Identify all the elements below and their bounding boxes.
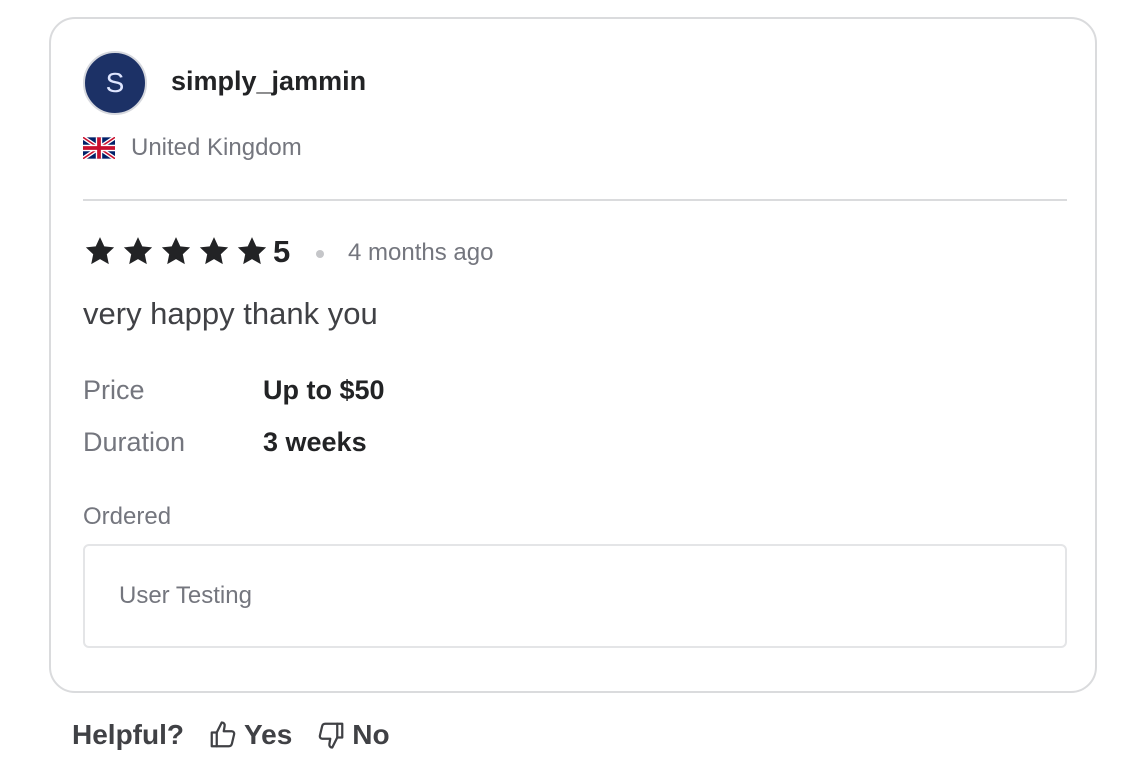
thumbs-down-icon: [318, 722, 344, 749]
star-icon: [161, 237, 191, 265]
ordered-item: User Testing: [119, 582, 252, 609]
helpful-no-button[interactable]: No: [316, 719, 390, 751]
rating-value: 5: [273, 234, 291, 269]
avatar-initial: S: [105, 67, 125, 98]
review-date: 4 months ago: [348, 239, 494, 266]
thumbs-up-icon: [210, 721, 236, 748]
duration-label: Duration: [83, 427, 186, 457]
ordered-label: Ordered: [83, 503, 172, 530]
separator-dot: [316, 250, 324, 258]
star-rating: [83, 235, 269, 267]
star-icon: [123, 237, 153, 265]
star-icon: [85, 237, 115, 265]
reviewer-username[interactable]: simply_jammin: [171, 66, 366, 97]
helpful-yes-button[interactable]: Yes: [208, 719, 292, 751]
helpful-no-label: No: [352, 719, 390, 750]
uk-flag-icon: [83, 137, 115, 159]
avatar[interactable]: S: [83, 51, 147, 115]
review-card: S simply_jammin United Kingdom 5 4 month…: [49, 17, 1097, 693]
star-icon: [237, 237, 267, 265]
ordered-item-box: User Testing: [83, 544, 1067, 648]
helpful-yes-label: Yes: [244, 719, 293, 750]
review-text: very happy thank you: [83, 296, 378, 331]
duration-value: 3 weeks: [263, 427, 367, 457]
reviewer-country: United Kingdom: [131, 134, 302, 161]
divider: [83, 199, 1067, 201]
price-value: Up to $50: [263, 375, 385, 405]
price-label: Price: [83, 375, 145, 405]
star-icon: [199, 237, 229, 265]
helpful-label: Helpful?: [72, 719, 184, 750]
helpful-row: Helpful? Yes No: [72, 716, 390, 754]
